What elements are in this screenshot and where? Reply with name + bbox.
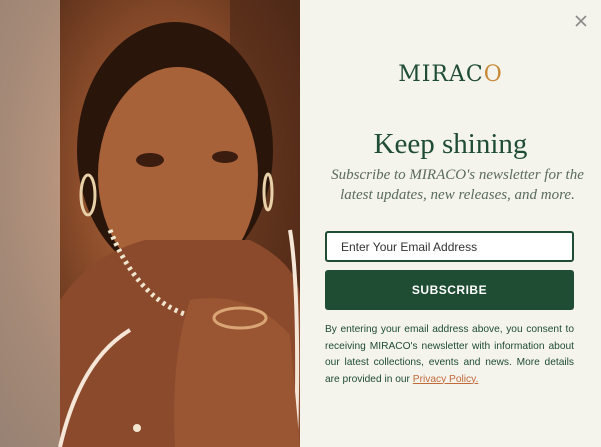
popup-title: Keep shining bbox=[373, 128, 528, 160]
popup-subtitle: Subscribe to MIRACO's newsletter for the… bbox=[331, 167, 584, 203]
brand-name-accent: O bbox=[483, 62, 503, 87]
subscribe-button[interactable]: SUBSCRIBE bbox=[325, 270, 574, 310]
brand-name: MIRAC bbox=[398, 62, 484, 87]
model-photo-illustration bbox=[0, 0, 300, 447]
signup-panel: MIRACO Keep shining Subscribe to MIRACO'… bbox=[300, 0, 601, 447]
privacy-policy-link[interactable]: Privacy Policy. bbox=[413, 374, 478, 385]
close-icon[interactable] bbox=[573, 13, 589, 29]
newsletter-popup: MIRACO Keep shining Subscribe to MIRACO'… bbox=[0, 0, 601, 447]
brand-logo: MIRACO bbox=[300, 62, 601, 87]
email-input[interactable] bbox=[325, 231, 574, 262]
model-photo bbox=[0, 0, 300, 447]
consent-text: By entering your email address above, yo… bbox=[325, 322, 574, 388]
